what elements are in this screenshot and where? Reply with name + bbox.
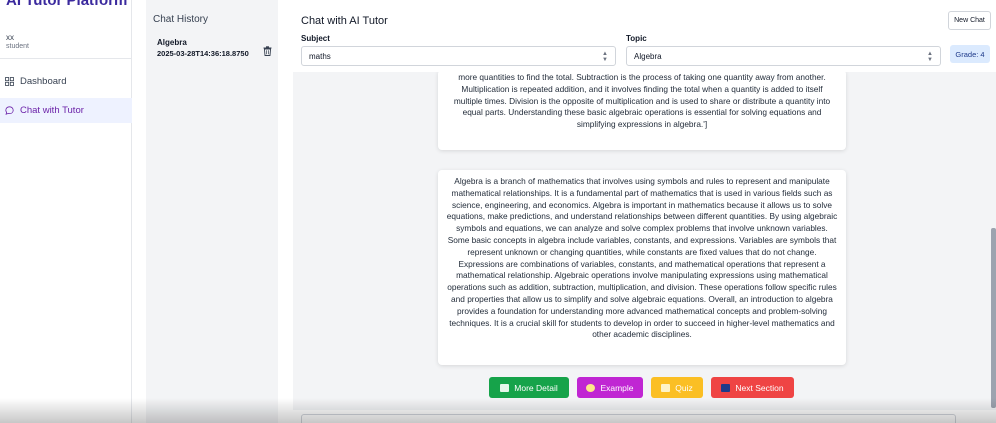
new-chat-button[interactable]: New Chat (948, 11, 991, 30)
scrollbar-thumb[interactable] (991, 228, 996, 408)
next-section-label: Next Section (735, 382, 784, 393)
topic-label: Topic (626, 34, 647, 43)
select-chevron-icon: ▲ ▼ (927, 51, 933, 63)
sidebar: AI Tutor Platform xx student Dashboard C… (0, 0, 132, 423)
quiz-button[interactable]: Quiz (651, 377, 703, 398)
book-icon (500, 383, 510, 392)
grid-icon (5, 77, 14, 86)
grade-badge: Grade: 4 (950, 45, 990, 63)
subject-select[interactable]: maths ▲ ▼ (301, 46, 616, 66)
sidebar-item-chat-with-tutor[interactable]: Chat with Tutor (0, 98, 132, 123)
target-icon (586, 383, 596, 392)
subject-select-value: maths (309, 51, 331, 61)
subject-label: Subject (301, 34, 330, 43)
next-section-button[interactable]: Next Section (711, 377, 794, 398)
quiz-label: Quiz (675, 382, 693, 393)
user-role: student (6, 43, 29, 50)
topic-select[interactable]: Algebra ▲ ▼ (626, 46, 941, 66)
user-name: xx (6, 33, 14, 42)
more-detail-label: More Detail (514, 382, 558, 393)
sidebar-item-label: Chat with Tutor (20, 105, 84, 116)
chat-history-panel: Chat History Algebra 2025-03-28T14:36:18… (146, 0, 278, 423)
next-icon (721, 383, 731, 392)
topic-select-value: Algebra (634, 51, 662, 61)
sidebar-item-label: Dashboard (20, 76, 67, 87)
more-detail-button[interactable]: More Detail (489, 377, 569, 398)
chat-messages[interactable]: more quantities to find the total. Subtr… (293, 72, 996, 410)
message-card: more quantities to find the total. Subtr… (438, 72, 846, 150)
message-text: Algebra is a branch of mathematics that … (446, 176, 838, 340)
chat-history-item-title: Algebra (157, 38, 187, 47)
trash-icon[interactable] (263, 43, 272, 56)
message-input[interactable] (301, 414, 956, 423)
message-text: more quantities to find the total. Subtr… (453, 72, 831, 130)
example-label: Example (600, 382, 634, 393)
main-panel: Chat with AI Tutor New Chat Subject math… (293, 0, 996, 423)
chat-bubble-icon (5, 106, 14, 115)
brand-logo: AI Tutor Platform (6, 0, 128, 9)
sidebar-item-dashboard[interactable]: Dashboard (0, 69, 132, 94)
message-card: Algebra is a branch of mathematics that … (438, 170, 846, 365)
example-button[interactable]: Example (577, 377, 643, 398)
action-buttons: More Detail Example Quiz Next Section (293, 377, 996, 399)
chat-history-title: Chat History (153, 14, 209, 25)
sidebar-divider (0, 58, 132, 59)
clipboard-icon (661, 383, 671, 392)
chat-history-item-date: 2025-03-28T14:36:18.875000 (157, 49, 249, 58)
select-chevron-icon: ▲ ▼ (602, 51, 608, 63)
page-title: Chat with AI Tutor (301, 15, 388, 27)
chat-history-item[interactable]: Algebra 2025-03-28T14:36:18.875000 (152, 34, 274, 64)
